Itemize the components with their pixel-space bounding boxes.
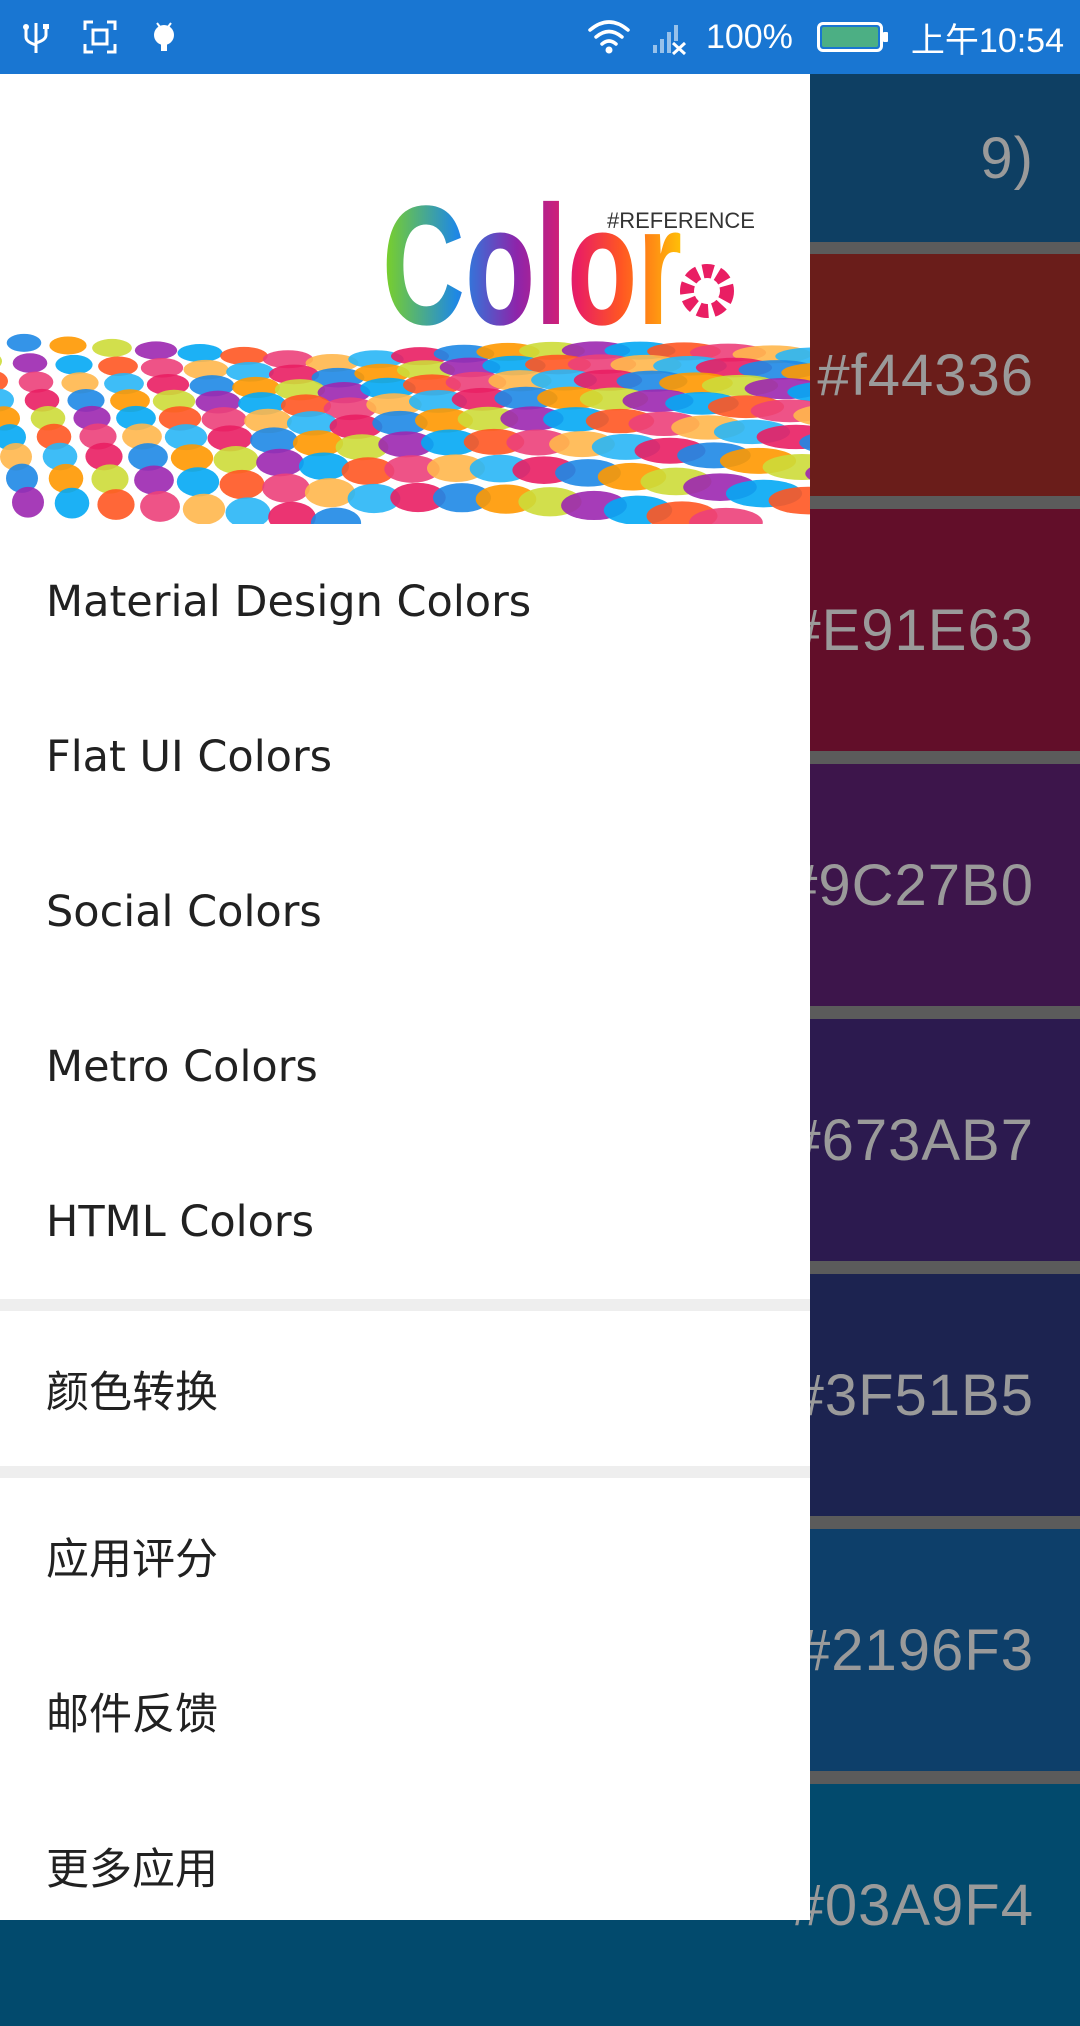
swatch-label: #3F51B5 — [791, 1362, 1034, 1428]
battery-icon — [816, 22, 888, 52]
android-debug-icon — [146, 19, 182, 55]
menu-item-label: Material Design Colors — [46, 576, 532, 627]
dot — [182, 493, 226, 524]
menu-item-material[interactable]: Material Design Colors — [0, 524, 810, 679]
menu-item-label: 邮件反馈 — [46, 1689, 218, 1740]
battery-level — [821, 27, 878, 47]
wifi-icon — [586, 19, 632, 55]
dot — [6, 333, 42, 352]
menu-divider — [0, 1466, 810, 1478]
dot — [92, 338, 132, 357]
dot — [176, 467, 220, 497]
menu-item-more-apps[interactable]: 更多应用 — [0, 1788, 810, 1920]
dot — [98, 356, 138, 377]
menu-item-label: Social Colors — [46, 886, 322, 937]
dot — [134, 465, 174, 495]
menu-item-label: 应用评分 — [46, 1534, 218, 1585]
dot — [213, 446, 259, 474]
menu-item-label: Flat UI Colors — [46, 731, 333, 782]
menu-item-metro[interactable]: Metro Colors — [0, 989, 810, 1144]
menu-item-color-convert[interactable]: 颜色转换 — [0, 1311, 810, 1466]
menu-item-rate-app[interactable]: 应用评分 — [0, 1478, 810, 1633]
screenshot-icon — [82, 19, 118, 55]
dot — [54, 487, 90, 519]
battery-percent: 100% — [705, 17, 793, 56]
dot — [12, 486, 44, 518]
no-signal-icon — [650, 19, 688, 55]
swatch-label: #2196F3 — [798, 1617, 1034, 1683]
dot — [298, 452, 350, 481]
menu-item-flat-ui[interactable]: Flat UI Colors — [0, 679, 810, 834]
swatch-label: #673AB7 — [788, 1107, 1034, 1173]
menu-divider — [0, 1299, 810, 1311]
dot — [219, 469, 265, 500]
dot — [262, 473, 310, 503]
usb-icon — [18, 19, 54, 55]
logo-tag: #REFERENCE — [607, 208, 755, 233]
swatch-label: 9) — [980, 125, 1034, 191]
dot — [12, 353, 48, 373]
clock: 上午10:54 — [910, 21, 1064, 60]
swatch-label: #9C27B0 — [785, 852, 1034, 918]
dot — [140, 491, 180, 522]
menu-item-label: Metro Colors — [46, 1041, 318, 1092]
swatch-label: #E91E63 — [788, 597, 1034, 663]
dot — [18, 371, 54, 393]
menu-item-social[interactable]: Social Colors — [0, 834, 810, 989]
dot — [310, 507, 362, 524]
dot — [177, 344, 223, 363]
dot — [170, 444, 214, 472]
color-wheel-icon — [680, 264, 734, 318]
menu-item-label: 更多应用 — [46, 1844, 218, 1895]
drawer-header: Color #REFERENCE — [0, 74, 810, 524]
menu-item-email-feedback[interactable]: 邮件反馈 — [0, 1633, 810, 1788]
dot — [91, 464, 129, 494]
swatch-label: #03A9F4 — [791, 1872, 1034, 1938]
dot — [48, 463, 84, 494]
dot — [268, 501, 316, 524]
dot — [256, 448, 304, 477]
logo-text: Color — [382, 171, 682, 361]
dot — [55, 354, 93, 375]
menu-item-html[interactable]: HTML Colors — [0, 1144, 810, 1299]
dot — [304, 478, 356, 508]
navigation-drawer: Color #REFERENCE Material Design Colors … — [0, 74, 810, 1920]
swatch-label: #f44336 — [817, 342, 1034, 408]
dot — [49, 336, 87, 355]
menu-item-label: HTML Colors — [46, 1196, 314, 1247]
dot — [134, 341, 178, 360]
dot — [0, 356, 2, 367]
dot — [97, 489, 135, 520]
dot — [292, 430, 344, 457]
header-illustration: Color #REFERENCE — [0, 171, 810, 524]
dot — [0, 371, 8, 391]
dot — [225, 497, 271, 524]
status-bar: 100% 上午10:54 — [0, 0, 1080, 74]
dot — [220, 346, 268, 365]
menu-item-label: 颜色转换 — [46, 1367, 218, 1418]
